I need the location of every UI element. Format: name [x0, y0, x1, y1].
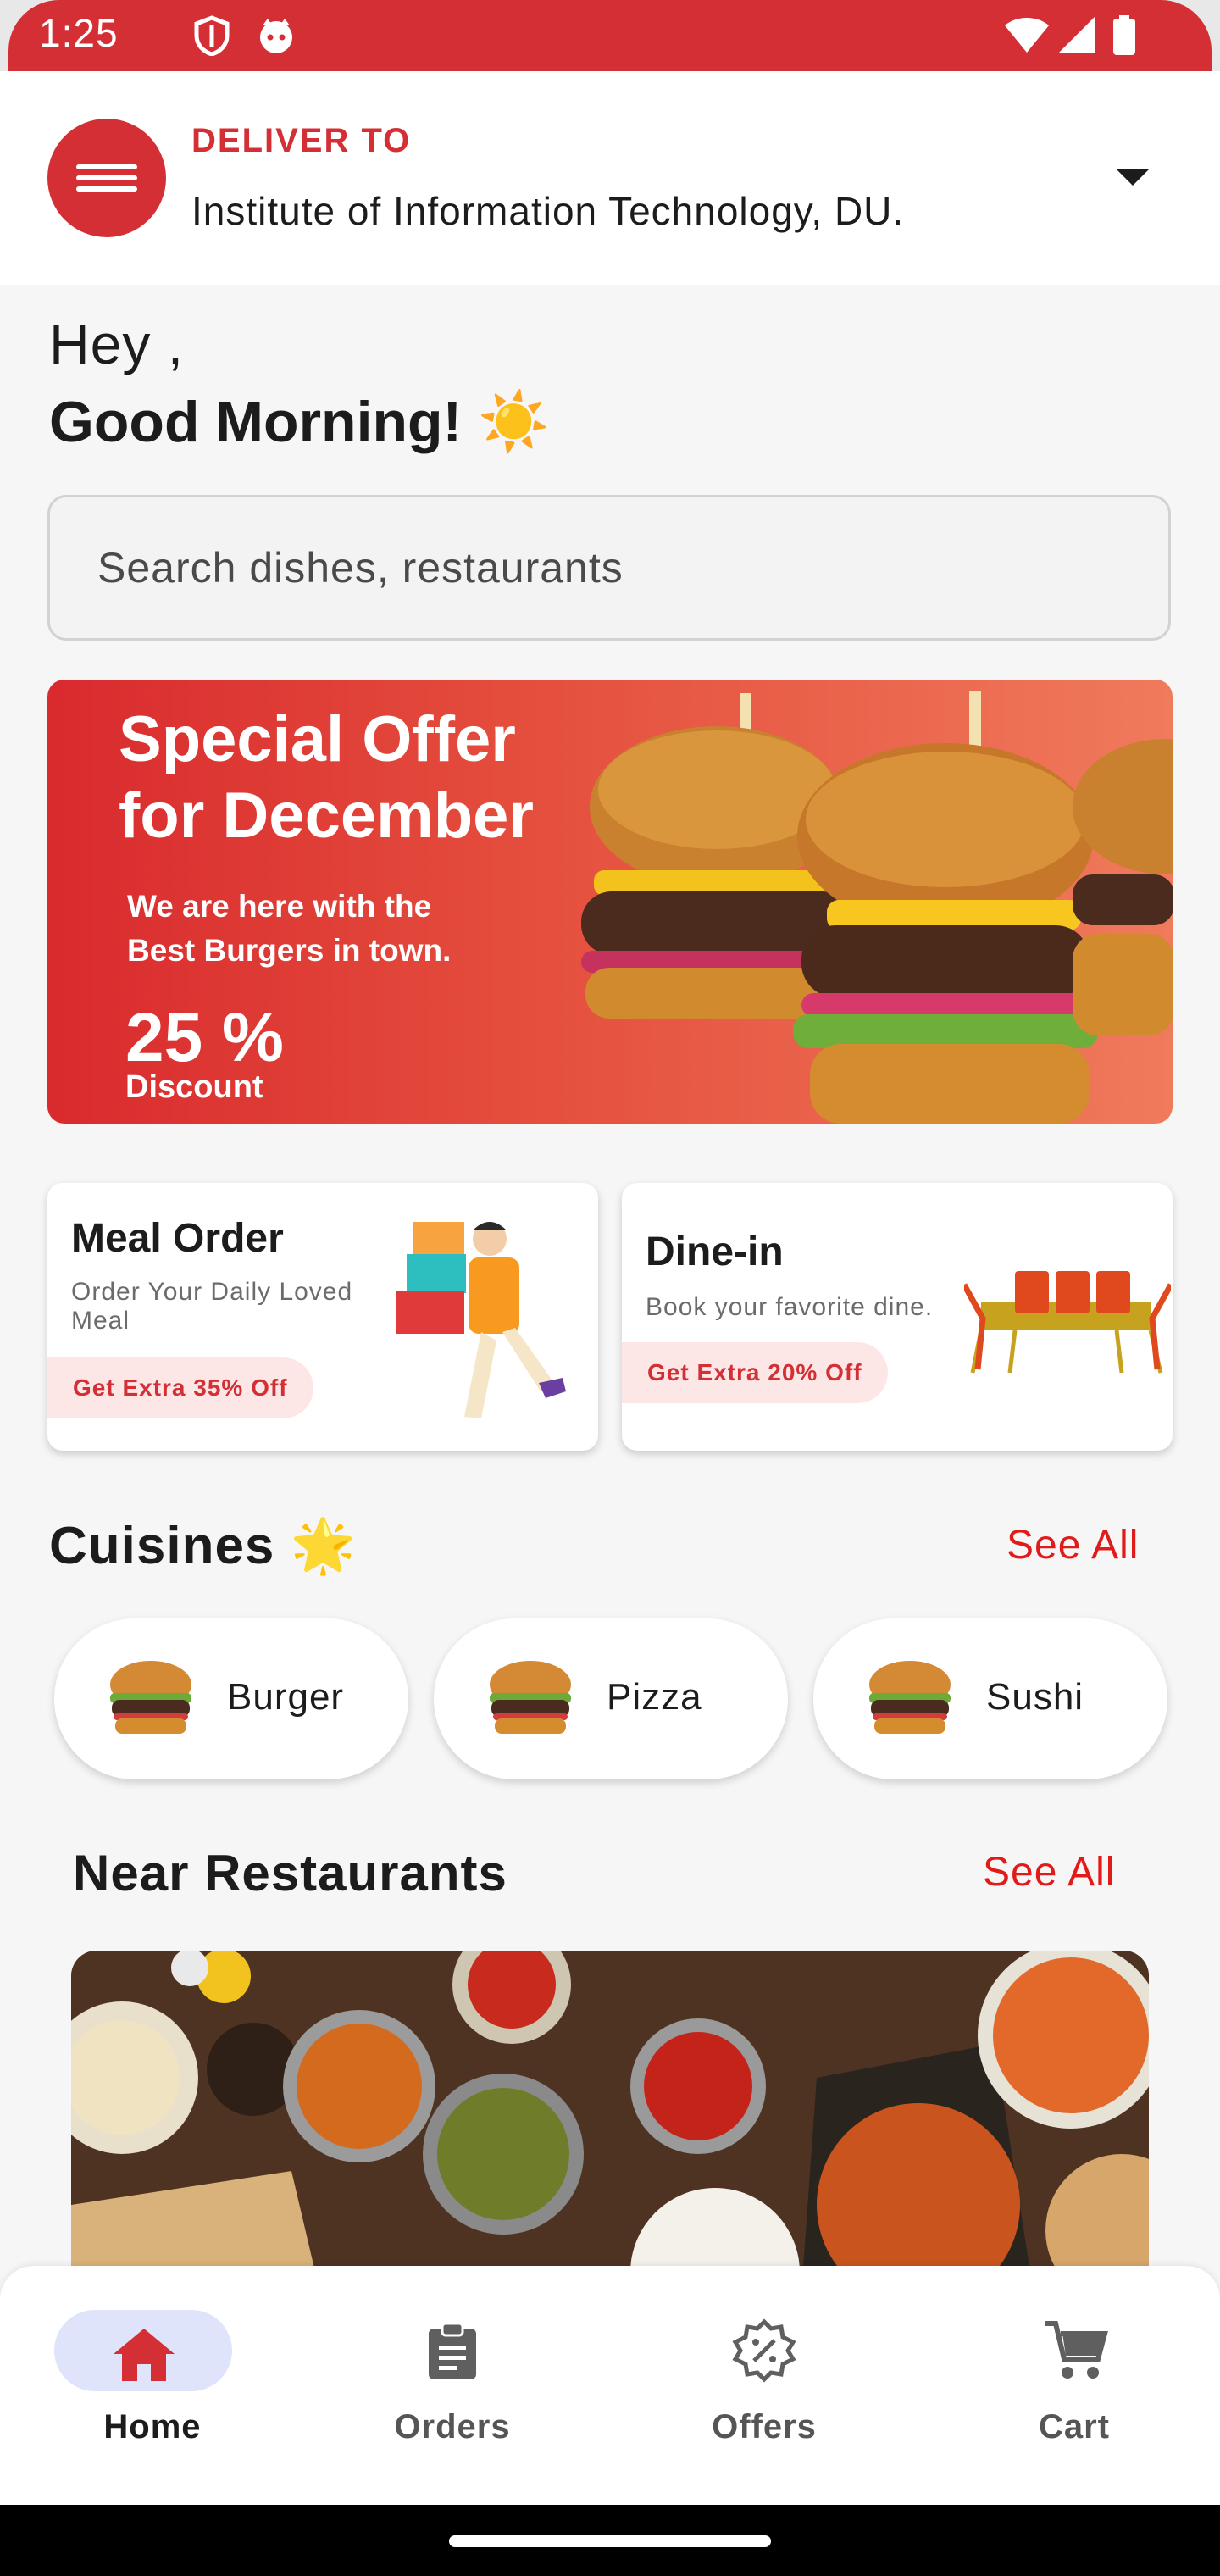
greeting-hey: Hey ,: [49, 313, 185, 375]
nav-label-cart: Cart: [1038, 2408, 1111, 2446]
cuisine-label: Pizza: [607, 1676, 702, 1718]
dropdown-arrow-icon[interactable]: [1117, 169, 1149, 186]
food-spread-image: [71, 1951, 1149, 2315]
meal-order-subtitle: Order Your Daily Loved Meal: [71, 1278, 353, 1335]
banner-subtitle: We are here with the Best Burgers in tow…: [127, 885, 568, 973]
nav-label-orders: Orders: [394, 2408, 511, 2446]
nav-label-home: Home: [103, 2408, 202, 2446]
deliver-to-label: DELIVER TO: [191, 122, 412, 159]
burger-icon: [869, 1661, 951, 1734]
discount-badge-icon: [732, 2318, 796, 2383]
meal-order-title: Meal Order: [71, 1216, 284, 1261]
restaurant-card-image[interactable]: [71, 1951, 1149, 2315]
dine-in-card[interactable]: Dine-in Book your favorite dine. Get Ext…: [622, 1183, 1173, 1451]
burger-icon: [490, 1661, 571, 1734]
delivery-person-illustration: [396, 1222, 566, 1418]
home-icon: [114, 2329, 175, 2381]
burger-icon: [110, 1661, 191, 1734]
cat-face-icon: [260, 19, 292, 53]
meal-order-offer-badge: Get Extra 35% Off: [47, 1357, 313, 1418]
banner-discount-percent: 25 %: [125, 999, 284, 1076]
banner-subtitle-line1: We are here with the: [127, 889, 432, 924]
search-input[interactable]: Search dishes, restaurants: [47, 495, 1171, 641]
dine-in-subtitle: Book your favorite dine.: [646, 1293, 934, 1321]
banner-title-line2: for December: [119, 780, 534, 852]
cuisines-title: Cuisines 🌟: [49, 1517, 357, 1575]
menu-button[interactable]: [47, 119, 166, 237]
nav-item-home[interactable]: Home: [0, 2266, 305, 2505]
cuisine-chip-pizza[interactable]: Pizza: [434, 1618, 788, 1779]
dine-in-title: Dine-in: [646, 1230, 784, 1274]
near-restaurants-title: Near Restaurants: [73, 1845, 507, 1901]
cuisine-chip-sushi[interactable]: Sushi: [813, 1618, 1167, 1779]
cuisine-label: Burger: [227, 1676, 345, 1718]
nav-item-orders[interactable]: Orders: [300, 2266, 605, 2505]
greeting-message: Good Morning! ☀️: [49, 390, 550, 454]
dining-table-illustration: [964, 1271, 1171, 1374]
nav-item-cart[interactable]: Cart: [922, 2266, 1220, 2505]
banner-discount-label: Discount: [125, 1069, 263, 1105]
clipboard-icon: [429, 2322, 476, 2379]
cuisines-see-all-link[interactable]: See All: [1006, 1522, 1139, 1568]
cuisine-chip-burger[interactable]: Burger: [54, 1618, 408, 1779]
app-header: [0, 71, 1220, 285]
special-offer-banner[interactable]: Special Offer for December We are here w…: [47, 680, 1173, 1124]
hamburger-icon: [76, 158, 137, 197]
dine-in-offer-badge: Get Extra 20% Off: [622, 1342, 888, 1403]
delivery-address[interactable]: Institute of Information Technology, DU.: [191, 188, 904, 234]
bottom-navigation: Home Orders Offers Cart: [0, 2266, 1220, 2505]
status-time: 1:25: [39, 11, 119, 55]
battery-icon: [1113, 15, 1135, 55]
wifi-icon: [1005, 18, 1049, 53]
banner-subtitle-line2: Best Burgers in town.: [127, 933, 452, 968]
home-indicator[interactable]: [449, 2535, 771, 2547]
nav-item-offers[interactable]: Offers: [612, 2266, 917, 2505]
cuisine-label: Sushi: [986, 1676, 1084, 1718]
banner-title: Special Offer for December: [119, 702, 627, 854]
cellular-signal-icon: [1059, 17, 1095, 53]
near-restaurants-see-all-link[interactable]: See All: [983, 1849, 1115, 1896]
cart-icon: [1045, 2321, 1108, 2379]
banner-title-line1: Special Offer: [119, 703, 516, 775]
nav-label-offers: Offers: [712, 2408, 817, 2446]
shield-icon: [194, 15, 230, 56]
search-placeholder: Search dishes, restaurants: [97, 544, 624, 591]
meal-order-card[interactable]: Meal Order Order Your Daily Loved Meal G…: [47, 1183, 598, 1451]
